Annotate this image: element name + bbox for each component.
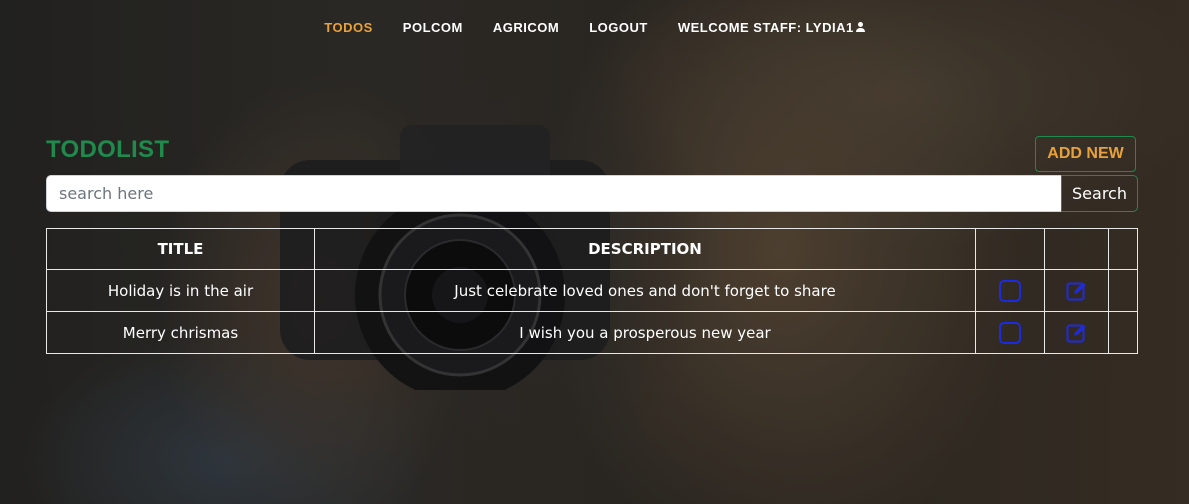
table-row: Holiday is in the air Just celebrate lov… bbox=[46, 269, 1138, 312]
user-icon bbox=[855, 22, 865, 32]
cell-title: Holiday is in the air bbox=[46, 269, 315, 312]
header-title: TITLE bbox=[46, 228, 315, 270]
search-bar: Search bbox=[46, 175, 1138, 212]
header-extra bbox=[1108, 228, 1138, 270]
edit-icon[interactable] bbox=[1066, 280, 1088, 302]
header-description: DESCRIPTION bbox=[314, 228, 976, 270]
edit-icon[interactable] bbox=[1066, 322, 1088, 344]
nav-todos[interactable]: TODOS bbox=[309, 18, 388, 36]
search-button[interactable]: Search bbox=[1061, 175, 1138, 212]
search-input[interactable] bbox=[46, 175, 1061, 212]
top-nav: TODOS POLCOM AGRICOM LOGOUT WELCOME STAF… bbox=[0, 18, 1189, 36]
nav-logout[interactable]: LOGOUT bbox=[574, 18, 663, 36]
header-check bbox=[975, 228, 1045, 270]
cell-title: Merry chrismas bbox=[46, 311, 315, 354]
cell-check bbox=[975, 269, 1045, 312]
nav-agricom[interactable]: AGRICOM bbox=[478, 18, 574, 36]
cell-edit bbox=[1044, 311, 1109, 354]
cell-edit bbox=[1044, 269, 1109, 312]
todo-table: TITLE DESCRIPTION Holiday is in the air … bbox=[46, 228, 1138, 354]
table-header-row: TITLE DESCRIPTION bbox=[46, 228, 1138, 270]
nav-welcome-user[interactable]: WELCOME STAFF: LYDIA1 bbox=[663, 18, 880, 36]
add-new-button[interactable]: ADD NEW bbox=[1035, 136, 1136, 172]
cell-extra bbox=[1108, 311, 1138, 354]
cell-extra bbox=[1108, 269, 1138, 312]
page-title: TODOLIST bbox=[46, 136, 170, 163]
cell-description: I wish you a prosperous new year bbox=[314, 311, 976, 354]
cell-check bbox=[975, 311, 1045, 354]
checkbox-icon[interactable] bbox=[999, 321, 1021, 344]
welcome-label: WELCOME STAFF: LYDIA1 bbox=[677, 19, 854, 35]
checkbox-icon[interactable] bbox=[999, 279, 1021, 302]
table-row: Merry chrismas I wish you a prosperous n… bbox=[46, 311, 1138, 354]
nav-polcom[interactable]: POLCOM bbox=[388, 18, 478, 36]
cell-description: Just celebrate loved ones and don't forg… bbox=[314, 269, 976, 312]
header-edit bbox=[1044, 228, 1109, 270]
